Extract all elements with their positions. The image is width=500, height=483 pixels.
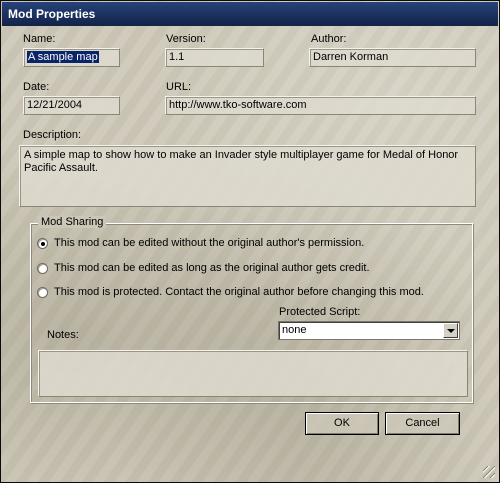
sharing-option-edit-with-credit[interactable]: This mod can be edited as long as the or… <box>37 261 370 275</box>
version-field[interactable]: 1.1 <box>165 48 264 67</box>
protected-script-dropdown[interactable]: none <box>278 321 460 340</box>
notes-label: Notes: <box>47 329 79 341</box>
sharing-option-label: This mod can be edited without the origi… <box>54 237 365 249</box>
date-label: Date: <box>23 81 50 93</box>
author-value: Darren Korman <box>313 51 389 63</box>
url-field[interactable]: http://www.tko-software.com <box>165 96 476 115</box>
name-label: Name: <box>23 33 56 45</box>
name-value: A sample map <box>27 51 99 63</box>
url-label: URL: <box>166 81 192 93</box>
date-value: 12/21/2004 <box>27 99 83 111</box>
sharing-option-label: This mod can be edited as long as the or… <box>54 262 370 274</box>
radio-button-selected[interactable] <box>37 237 48 249</box>
date-field[interactable]: 12/21/2004 <box>23 96 120 115</box>
author-label: Author: <box>311 33 347 45</box>
url-value: http://www.tko-software.com <box>169 99 307 111</box>
protected-script-label: Protected Script: <box>279 306 361 318</box>
notes-field[interactable] <box>38 350 468 397</box>
ok-button[interactable]: OK <box>305 412 379 435</box>
description-value: A simple map to show how to make an Inva… <box>24 149 459 174</box>
version-value: 1.1 <box>169 51 185 63</box>
name-field[interactable]: A sample map <box>23 48 120 67</box>
protected-script-value: none <box>282 324 307 336</box>
mod-properties-dialog: Mod Properties Name: A sample map Versio… <box>0 0 500 483</box>
sharing-option-edit-freely[interactable]: This mod can be edited without the origi… <box>37 236 364 250</box>
title-bar[interactable]: Mod Properties <box>2 2 498 26</box>
cancel-button[interactable]: Cancel <box>385 412 460 435</box>
mod-sharing-label: Mod Sharing <box>38 216 107 228</box>
chevron-down-icon[interactable] <box>443 323 458 338</box>
sharing-option-label: This mod is protected. Contact the origi… <box>54 286 424 298</box>
description-label: Description: <box>23 129 82 141</box>
radio-button[interactable] <box>37 262 48 274</box>
radio-button[interactable] <box>37 286 48 298</box>
sharing-option-protected[interactable]: This mod is protected. Contact the origi… <box>37 285 424 299</box>
window-title: Mod Properties <box>8 7 96 21</box>
version-label: Version: <box>166 33 206 45</box>
author-field[interactable]: Darren Korman <box>309 48 476 67</box>
description-field[interactable]: A simple map to show how to make an Inva… <box>19 145 476 207</box>
resize-grip-icon[interactable] <box>483 466 495 478</box>
